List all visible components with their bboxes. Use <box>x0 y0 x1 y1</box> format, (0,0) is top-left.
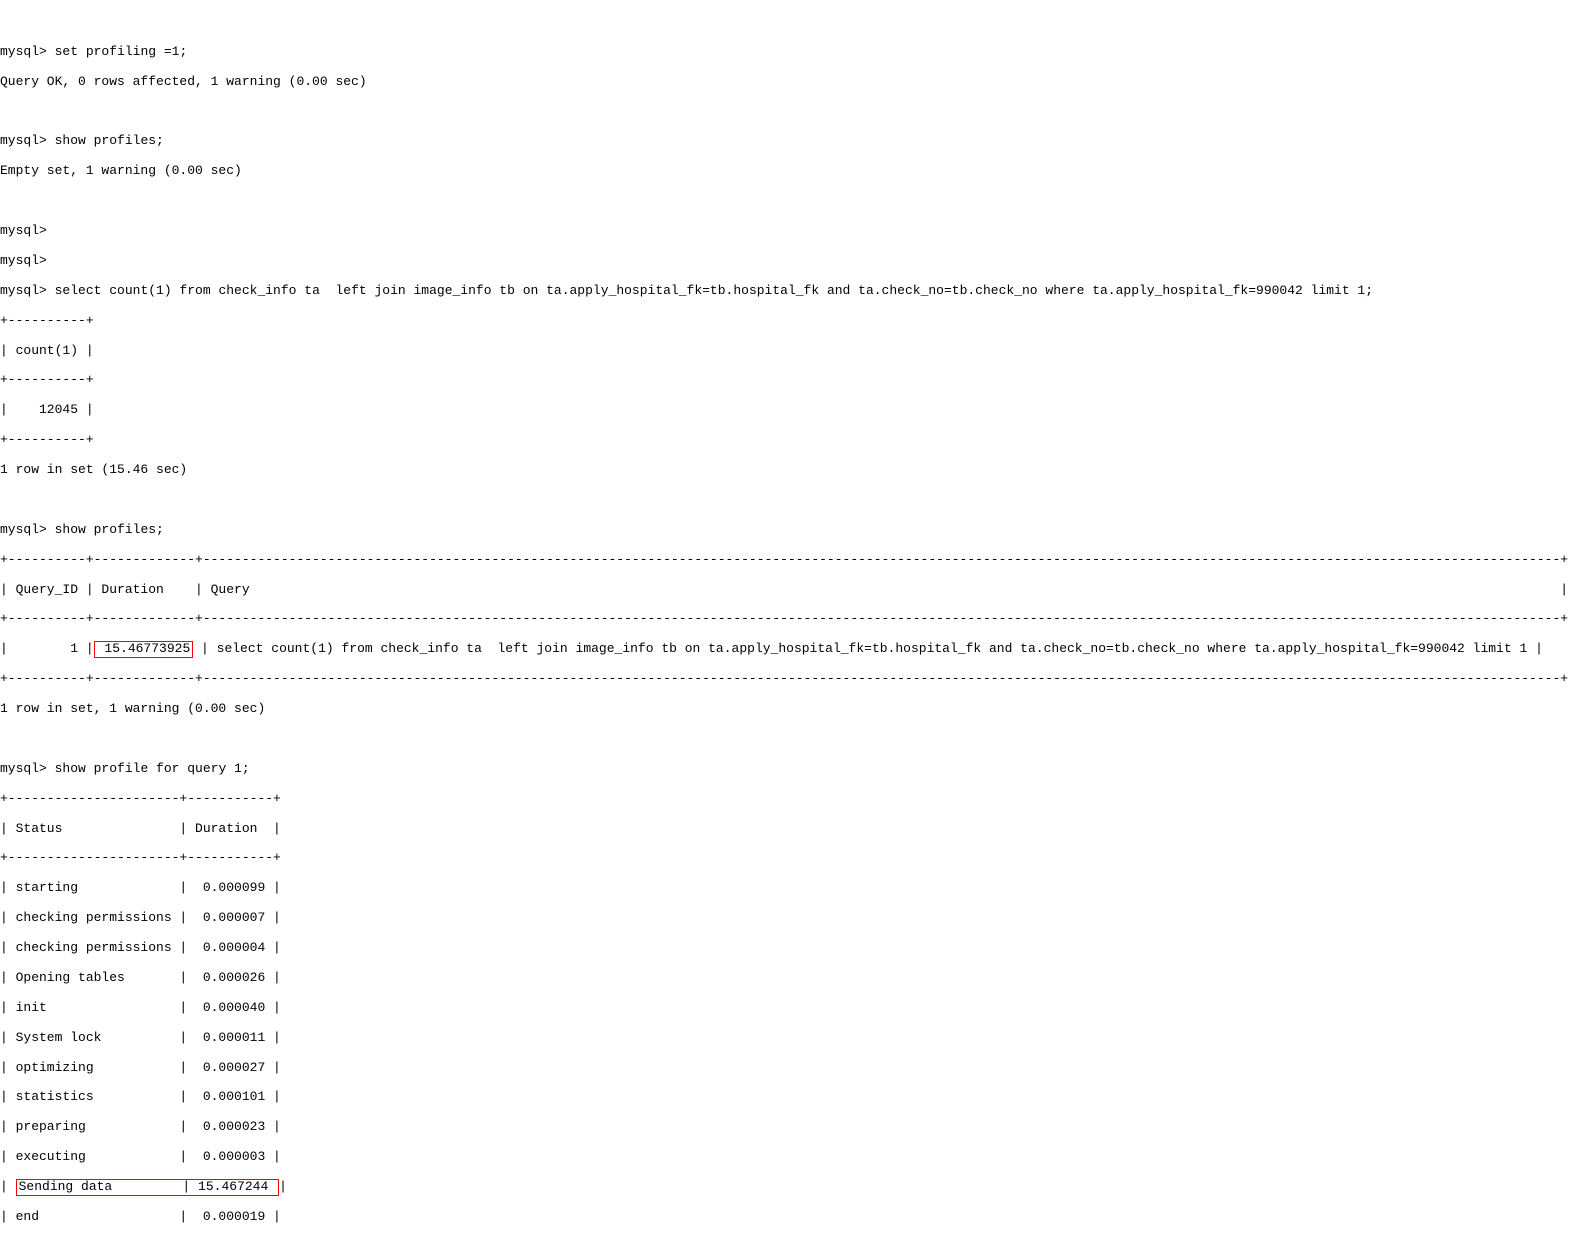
profile-table-row: | statistics | 0.000101 | <box>0 1090 1574 1105</box>
resp-line: Query OK, 0 rows affected, 1 warning (0.… <box>0 75 1574 90</box>
blank <box>0 194 1574 209</box>
duration-highlight: 15.46773925 <box>94 641 194 658</box>
profile-table-row: | checking permissions | 0.000007 | <box>0 911 1574 926</box>
profile-table-row: | starting | 0.000099 | <box>0 881 1574 896</box>
profile-table-row-sending-data: | Sending data | 15.467244 | <box>0 1180 1574 1195</box>
count-table-border: +----------+ <box>0 433 1574 448</box>
profile-table-row: | executing | 0.000003 | <box>0 1150 1574 1165</box>
cmd-show-profiles-2: mysql> show profiles; <box>0 523 1574 538</box>
profile-table-row: | checking permissions | 0.000004 | <box>0 941 1574 956</box>
cmd-select-count: mysql> select count(1) from check_info t… <box>0 284 1574 299</box>
profile-table-row: | end | 0.000019 | <box>0 1210 1574 1225</box>
cmd-show-profile-for-query: mysql> show profile for query 1; <box>0 762 1574 777</box>
blank <box>0 493 1574 508</box>
profile-table-row: | System lock | 0.000011 | <box>0 1031 1574 1046</box>
count-table-value: | 12045 | <box>0 403 1574 418</box>
profile-table-row: | preparing | 0.000023 | <box>0 1120 1574 1135</box>
cmd-show-profiles-1: mysql> show profiles; <box>0 134 1574 149</box>
profiles-table-border: +----------+-------------+--------------… <box>0 553 1574 568</box>
profile-table-row: | init | 0.000040 | <box>0 1001 1574 1016</box>
sending-data-highlight: Sending data | 15.467244 <box>16 1179 279 1196</box>
count-table-header: | count(1) | <box>0 344 1574 359</box>
profiles-table-row: | 1 | 15.46773925 | select count(1) from… <box>0 642 1574 657</box>
resp-line: 1 row in set (15.46 sec) <box>0 463 1574 478</box>
profile-table-row: | optimizing | 0.000027 | <box>0 1061 1574 1076</box>
profiles-table-border: +----------+-------------+--------------… <box>0 612 1574 627</box>
profiles-table-header: | Query_ID | Duration | Query <box>0 583 1574 598</box>
profile-table-border: +----------------------+-----------+ <box>0 792 1574 807</box>
profile-table-header: | Status | Duration | <box>0 822 1574 837</box>
blank <box>0 732 1574 747</box>
resp-line: Empty set, 1 warning (0.00 sec) <box>0 164 1574 179</box>
cmd-set-profiling: mysql> set profiling =1; <box>0 45 1574 60</box>
count-table-border: +----------+ <box>0 373 1574 388</box>
profile-table-row: | Opening tables | 0.000026 | <box>0 971 1574 986</box>
profile-table-border: +----------------------+-----------+ <box>0 851 1574 866</box>
blank <box>0 105 1574 120</box>
empty-prompt: mysql> <box>0 254 1574 269</box>
resp-line: 1 row in set, 1 warning (0.00 sec) <box>0 702 1574 717</box>
empty-prompt: mysql> <box>0 224 1574 239</box>
count-table-border: +----------+ <box>0 314 1574 329</box>
profiles-table-border: +----------+-------------+--------------… <box>0 672 1574 687</box>
